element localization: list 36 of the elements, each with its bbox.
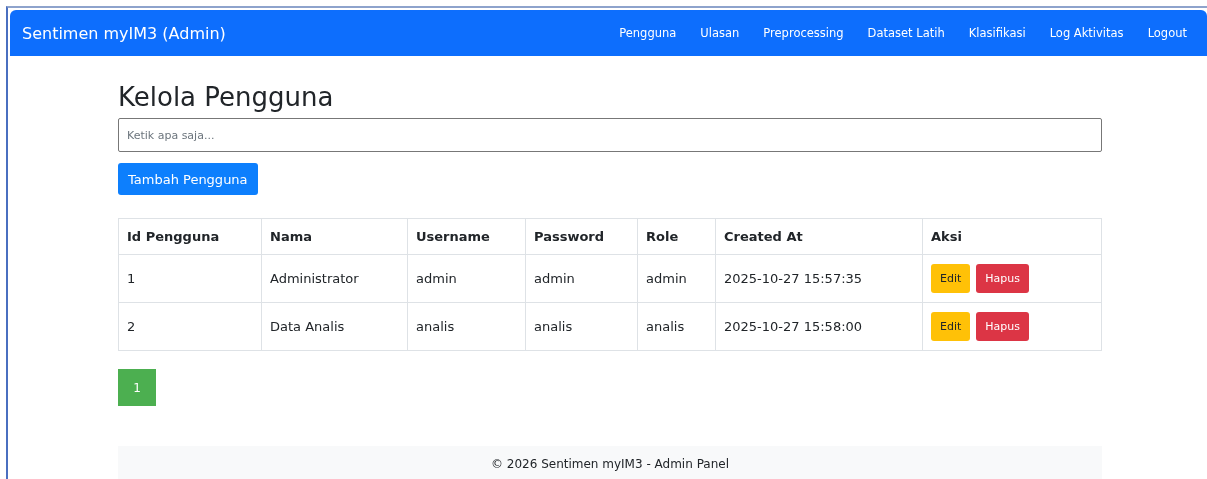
page-button[interactable]: 1 [118, 369, 156, 406]
column-header: Nama [261, 218, 408, 255]
column-header: Aksi [922, 218, 1102, 255]
nav-link[interactable]: Pengguna [607, 26, 689, 40]
column-header: Role [637, 218, 716, 255]
table-cell: Administrator [261, 254, 408, 303]
table-cell: admin [407, 254, 526, 303]
column-header: Created At [715, 218, 923, 255]
table-cell: analis [525, 302, 638, 351]
column-header: Password [525, 218, 638, 255]
table-cell: admin [525, 254, 638, 303]
nav-link[interactable]: Log Aktivitas [1037, 26, 1136, 40]
delete-button[interactable]: Hapus [976, 264, 1029, 293]
table-cell: analis [407, 302, 526, 351]
page-title: Kelola Pengguna [118, 82, 335, 112]
edit-button[interactable]: Edit [931, 264, 971, 293]
brand-link[interactable]: Sentimen myIM3 (Admin) [22, 23, 226, 43]
add-user-button[interactable]: Tambah Pengguna [118, 163, 258, 195]
nav-link[interactable]: Logout [1135, 26, 1199, 40]
column-header: Id Pengguna [118, 218, 262, 255]
search-field[interactable]: Ketik apa saja... [118, 118, 1102, 152]
column-header: Username [407, 218, 526, 255]
table-cell: 2025-10-27 15:57:35 [715, 254, 923, 303]
footer-text: © 2026 Sentimen myIM3 - Admin Panel [491, 457, 729, 471]
edit-button[interactable]: Edit [931, 312, 971, 341]
table-cell: 1 [118, 254, 262, 303]
table-cell: 2025-10-27 15:58:00 [715, 302, 923, 351]
table-cell: Data Analis [261, 302, 408, 351]
delete-button[interactable]: Hapus [976, 312, 1029, 341]
table-cell: admin [637, 254, 716, 303]
nav-link[interactable]: Preprocessing [751, 26, 856, 40]
nav-link[interactable]: Ulasan [688, 26, 752, 40]
table-cell: 2 [118, 302, 262, 351]
nav-link[interactable]: Klasifikasi [956, 26, 1038, 40]
table-cell: analis [637, 302, 716, 351]
nav-link[interactable]: Dataset Latih [855, 26, 957, 40]
